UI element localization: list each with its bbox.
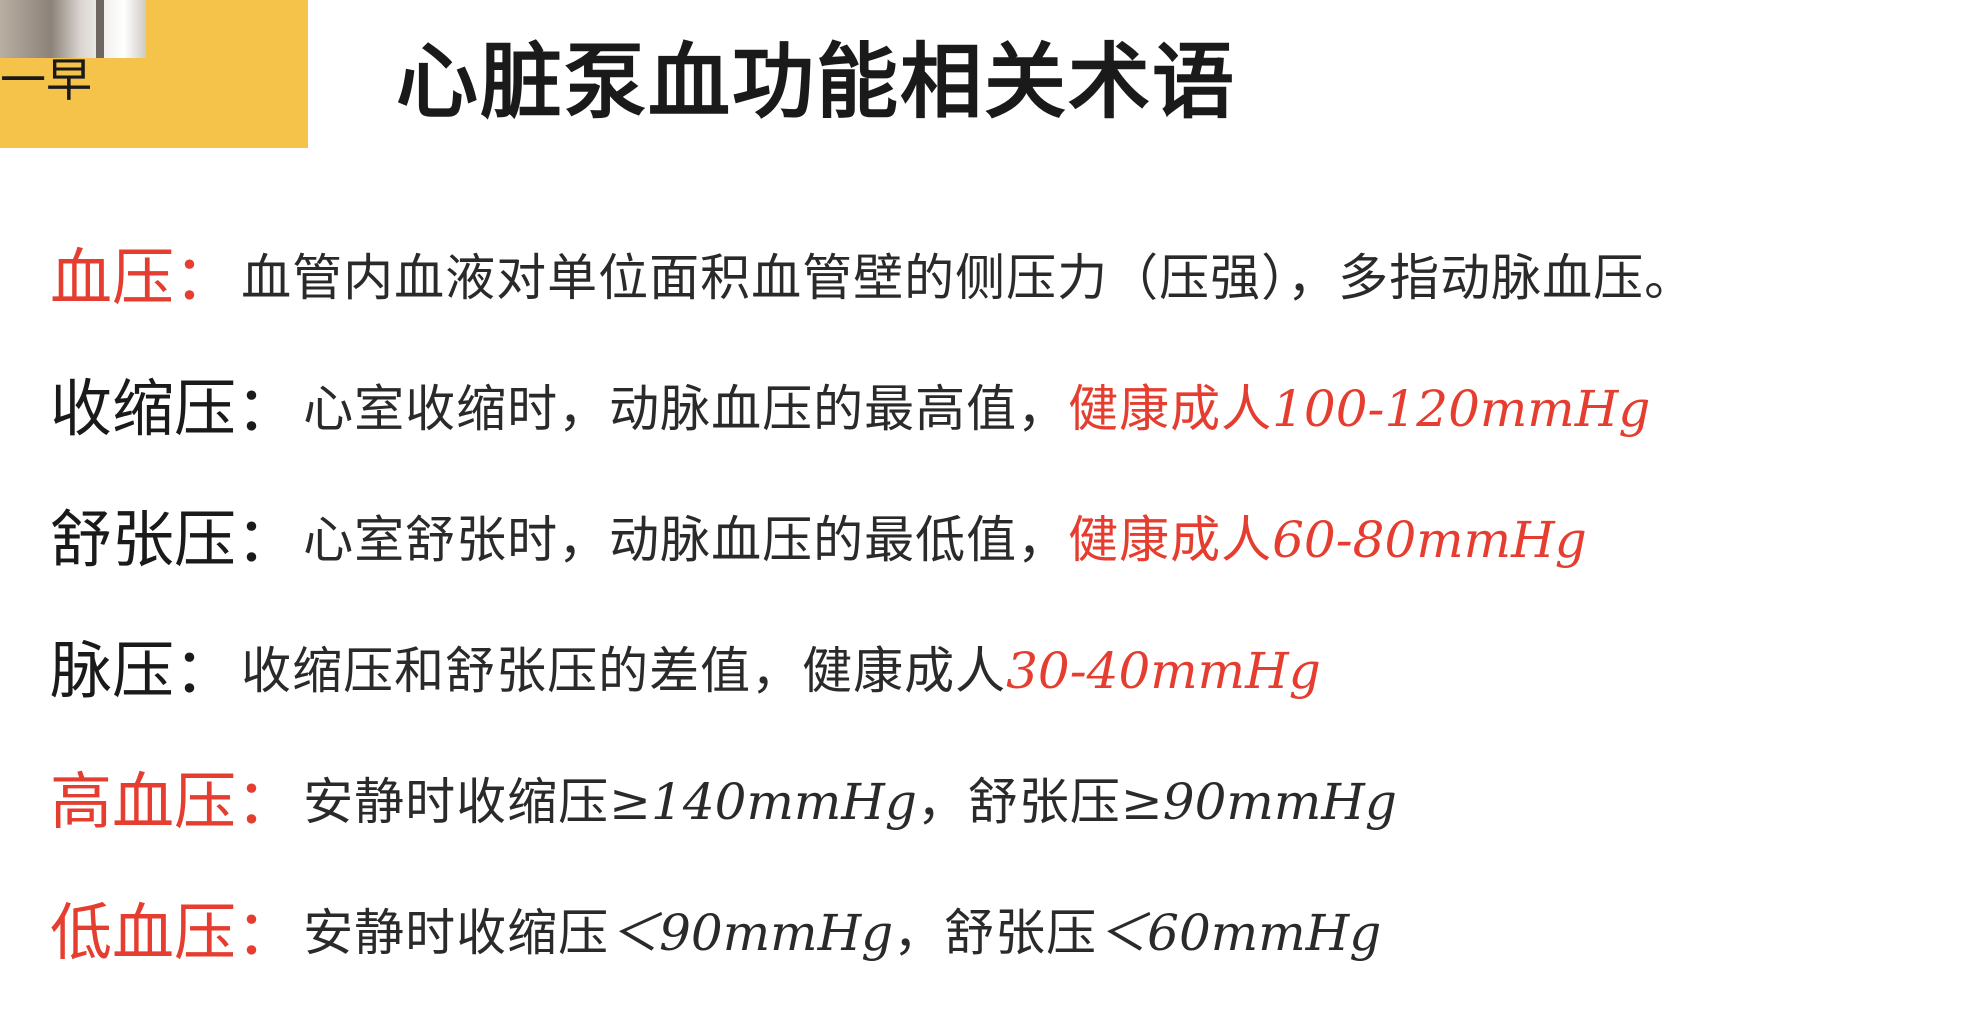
term-row-pulse-pressure: 脉压： 收缩压和舒张压的差值，健康成人30-40mmHg	[50, 631, 1970, 762]
terms-list: 血压： 血管内血液对单位面积血管壁的侧压力（压强），多指动脉血压。 收缩压： 心…	[50, 238, 1970, 1024]
corner-tab-label: 一早	[0, 53, 92, 107]
term-threshold-systolic: ≥140mmHg	[609, 773, 917, 831]
term-colon: ：	[236, 503, 299, 576]
term-row-hypertension: 高血压： 安静时收缩压≥140mmHg，舒张压≥90mmHg	[50, 762, 1970, 893]
term-description: 舒张压	[967, 773, 1121, 831]
term-colon: ：	[236, 765, 299, 838]
term-label: 低血压	[50, 896, 237, 969]
term-row-blood-pressure: 血压： 血管内血液对单位面积血管壁的侧压力（压强），多指动脉血压。	[50, 238, 1970, 369]
term-separator: ，	[916, 773, 968, 831]
term-description: 舒张压	[944, 904, 1098, 962]
term-row-hypotension: 低血压： 安静时收缩压＜90mmHg，舒张压＜60mmHg	[50, 893, 1970, 1024]
term-separator: ，	[893, 904, 945, 962]
term-value-prefix: 健康成人	[1068, 380, 1273, 438]
term-value: 60-80mmHg	[1272, 511, 1587, 569]
term-description: 安静时收缩压	[303, 904, 610, 962]
term-value-prefix: 健康成人	[1068, 511, 1273, 569]
term-label: 血压	[50, 241, 175, 314]
page-title: 心脏泵血功能相关术语	[396, 35, 1237, 130]
term-description: 收缩压和舒张压的差值，健康成人	[241, 642, 1007, 700]
term-row-diastolic: 舒张压： 心室舒张时，动脉血压的最低值，健康成人60-80mmHg	[50, 500, 1970, 631]
term-colon: ：	[174, 241, 237, 314]
term-row-systolic: 收缩压： 心室收缩时，动脉血压的最高值，健康成人100-120mmHg	[50, 369, 1970, 500]
term-colon: ：	[174, 634, 237, 707]
corner-tab: 一早	[0, 0, 308, 148]
term-threshold-diastolic: ≥90mmHg	[1120, 773, 1397, 831]
term-colon: ：	[236, 896, 299, 969]
term-colon: ：	[236, 372, 299, 445]
term-threshold-diastolic: ＜60mmHg	[1097, 904, 1382, 962]
term-threshold-systolic: ＜90mmHg	[609, 904, 894, 962]
term-label: 收缩压	[50, 372, 237, 445]
term-label: 舒张压	[50, 503, 237, 576]
term-label: 高血压	[50, 765, 237, 838]
term-value: 30-40mmHg	[1006, 642, 1321, 700]
term-description: 心室舒张时，动脉血压的最低值，	[303, 511, 1069, 569]
term-description: 安静时收缩压	[303, 773, 610, 831]
term-label: 脉压	[50, 634, 175, 707]
term-description: 心室收缩时，动脉血压的最高值，	[303, 380, 1069, 438]
term-description: 血管内血液对单位面积血管壁的侧压力（压强），多指动脉血压。	[241, 249, 1696, 307]
term-value: 100-120mmHg	[1272, 380, 1651, 438]
